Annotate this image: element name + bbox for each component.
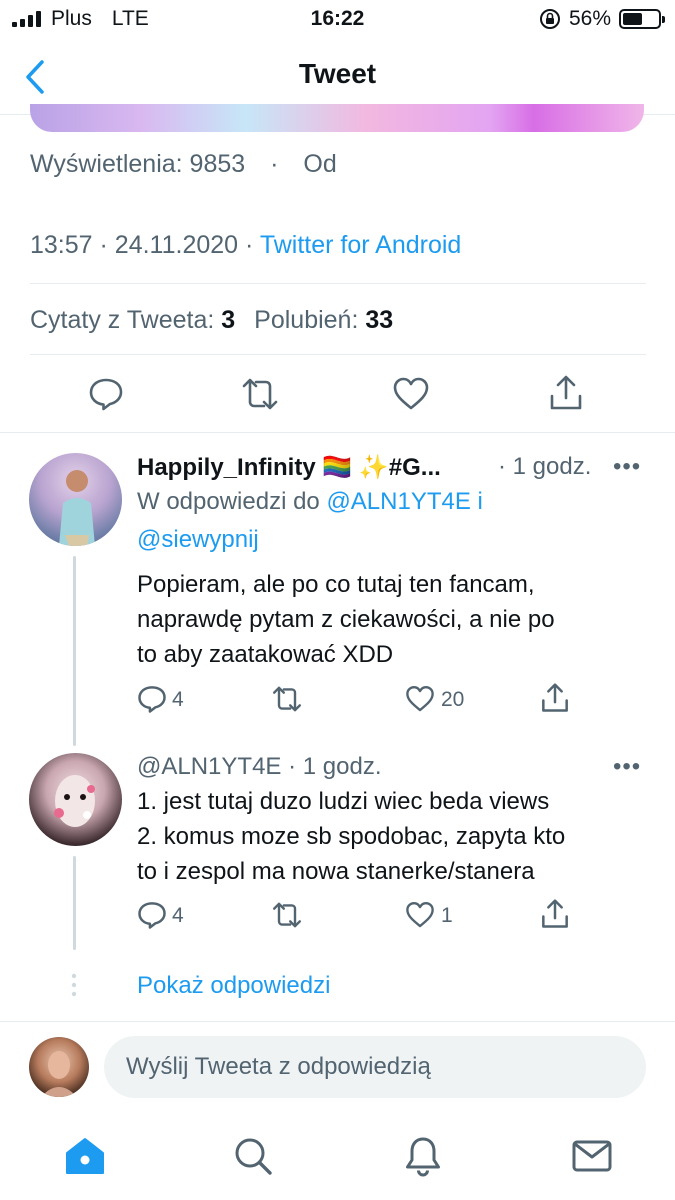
tweet-time: 13:57: [30, 231, 93, 259]
dot-separator: ·: [270, 150, 279, 178]
dot-separator: ·: [99, 231, 108, 259]
reply-text-line: 1. jest tutaj duzo ludzi wiec beda views: [137, 788, 550, 815]
like-heart-icon[interactable]: [405, 900, 435, 930]
share-icon[interactable]: [540, 682, 570, 714]
like-count: 20: [441, 688, 465, 711]
reply-text: 1. jest tutaj duzo ludzi wiec beda views…: [137, 784, 565, 889]
reply-text-line: naprawdę pytam z ciekawości, a nie po: [137, 606, 555, 633]
show-replies-link[interactable]: Pokaż odpowiedzi: [137, 972, 330, 1000]
more-options-icon[interactable]: •••: [613, 453, 641, 481]
reply-author-name[interactable]: Happily_Infinity 🏳️‍🌈 ✨#G...: [137, 453, 441, 482]
thread-dots-icon: [71, 973, 77, 997]
messages-icon[interactable]: [572, 1140, 612, 1172]
likes-label: Polubień:: [254, 306, 359, 334]
retweet-icon[interactable]: [271, 900, 303, 930]
status-right: 56%: [539, 7, 665, 31]
thread-line: [73, 856, 76, 950]
stats-row: Cytaty z Tweeta: 3 Polubień: 33: [30, 306, 393, 335]
orientation-lock-icon: [539, 9, 560, 29]
reply-icon[interactable]: [137, 900, 167, 930]
reply-time: · 1 godz.: [498, 453, 592, 480]
tweet-media[interactable]: [30, 104, 644, 132]
share-icon[interactable]: [548, 374, 584, 412]
quotes-count: 3: [221, 306, 236, 334]
divider: [0, 432, 675, 433]
quotes-stat[interactable]: Cytaty z Tweeta: 3: [30, 306, 242, 334]
thread-line: [73, 556, 76, 746]
divider: [30, 354, 646, 355]
quotes-label: Cytaty z Tweeta:: [30, 306, 215, 334]
reply-time: · 1 godz.: [288, 753, 382, 780]
mention-link[interactable]: @siewypnij: [137, 526, 259, 554]
search-icon[interactable]: [233, 1136, 273, 1176]
retweet-icon[interactable]: [240, 376, 280, 412]
battery-icon: [619, 9, 665, 29]
retweet-icon[interactable]: [271, 684, 303, 714]
views-from: Od: [303, 150, 337, 178]
reply-compose-placeholder: Wyślij Tweeta z odpowiedzią: [126, 1053, 431, 1080]
reply-icon[interactable]: [137, 684, 167, 714]
avatar-photo: [41, 1051, 77, 1097]
reply-text-line: to i zespol ma nowa stanerke/stanera: [137, 858, 535, 885]
reply-to-and: i: [477, 488, 483, 515]
reply-header: @ALN1YT4E · 1 godz.: [137, 753, 381, 781]
reply-compose-input[interactable]: Wyślij Tweeta z odpowiedzią: [104, 1036, 646, 1098]
reply-text: Popieram, ale po co tutaj ten fancam, na…: [137, 567, 555, 672]
reply-text-line: 2. komus moze sb spodobac, zapyta kto: [137, 823, 566, 850]
reply-count: 4: [172, 688, 184, 711]
status-bar: Plus LTE 16:22 56%: [0, 0, 675, 40]
tweet-source-link[interactable]: Twitter for Android: [260, 231, 461, 259]
reply-count: 4: [172, 904, 184, 927]
likes-stat[interactable]: Polubień: 33: [254, 306, 393, 334]
timestamp-row: 13:57 · 24.11.2020 · Twitter for Android: [30, 231, 461, 260]
like-heart-icon[interactable]: [405, 684, 435, 714]
divider: [0, 1021, 675, 1022]
battery-percent: 56%: [568, 7, 611, 30]
avatar-photo: [54, 775, 95, 827]
avatar[interactable]: [29, 453, 122, 546]
reply-icon[interactable]: [88, 376, 124, 412]
share-icon[interactable]: [540, 898, 570, 930]
page-title: Tweet: [298, 58, 377, 89]
home-icon[interactable]: [64, 1136, 106, 1176]
tweet-date: 24.11.2020: [114, 231, 239, 259]
more-options-icon[interactable]: •••: [613, 753, 641, 781]
reply-to-line: W odpowiedzi do @ALN1YT4E i: [137, 488, 483, 516]
divider: [30, 283, 646, 284]
reply-author-handle[interactable]: @ALN1YT4E: [137, 753, 281, 780]
like-heart-icon[interactable]: [392, 376, 430, 412]
views-row: Wyświetlenia: 9853 · Od: [30, 150, 337, 179]
likes-count: 33: [365, 306, 394, 334]
reply-to-prefix: W odpowiedzi do: [137, 488, 320, 515]
views-count: Wyświetlenia: 9853: [30, 150, 246, 178]
my-avatar[interactable]: [29, 1037, 89, 1097]
like-count: 1: [441, 904, 453, 927]
reply-text-line: to aby zaatakować XDD: [137, 641, 394, 668]
dot-separator: ·: [245, 231, 254, 259]
notifications-icon[interactable]: [404, 1135, 442, 1177]
mention-link[interactable]: @ALN1YT4E: [326, 488, 470, 515]
avatar-photo: [59, 470, 95, 546]
avatar[interactable]: [29, 753, 122, 846]
reply-text-line: Popieram, ale po co tutaj ten fancam,: [137, 571, 535, 598]
